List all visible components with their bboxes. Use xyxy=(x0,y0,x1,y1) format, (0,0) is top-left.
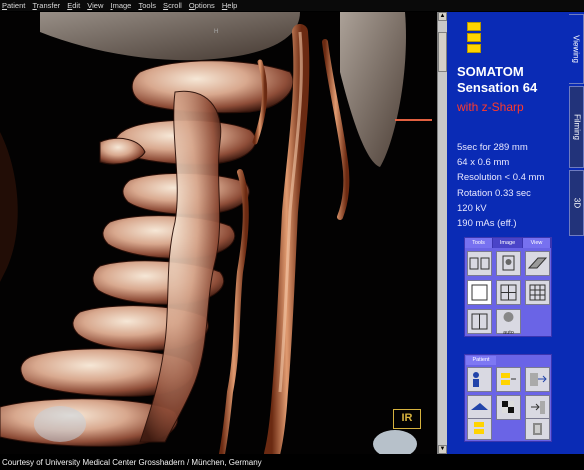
layout-2x2-glyph xyxy=(500,284,517,301)
export-glyph xyxy=(531,401,545,414)
scanner-brand: SOMATOM xyxy=(457,64,524,79)
scan-specs: 5sec for 289 mm 64 x 0.6 mm Resolution <… xyxy=(457,140,544,231)
transfer-glyph xyxy=(530,373,547,386)
tab-view[interactable]: View xyxy=(523,238,551,248)
menu-options[interactable]: Options xyxy=(189,0,215,11)
folder-icon[interactable] xyxy=(467,22,481,56)
tab-viewing[interactable]: Viewing xyxy=(569,14,584,84)
menu-transfer[interactable]: Transfer xyxy=(32,0,60,11)
menu-help[interactable]: Help xyxy=(222,0,237,11)
image-credit: Courtesy of University Medical Center Gr… xyxy=(0,456,584,470)
save-series-icon[interactable] xyxy=(467,395,492,420)
layout-2x2-icon[interactable] xyxy=(496,280,521,305)
scroll-thumb[interactable] xyxy=(438,32,447,72)
control-panel: SOMATOM Sensation 64 with z-Sharp 5sec f… xyxy=(447,12,569,454)
checker-pattern-icon[interactable] xyxy=(496,395,521,420)
tab-tools[interactable]: Tools xyxy=(465,238,493,248)
layout-1x1-icon[interactable] xyxy=(467,280,492,305)
auto-label: auto xyxy=(503,330,514,336)
spec-line: 64 x 0.6 mm xyxy=(457,157,510,169)
patient-browser-glyph xyxy=(473,372,479,387)
toolbox-tabs: Tools Image View xyxy=(465,238,551,248)
load-folder-glyph xyxy=(501,373,516,385)
layout-1x2-icon[interactable] xyxy=(467,309,492,334)
single-view-glyph xyxy=(502,255,515,271)
layout-1x2-glyph xyxy=(471,313,488,330)
compare-layout-glyph xyxy=(469,257,490,270)
archive-folder-icon[interactable] xyxy=(467,418,492,440)
scroll-down-button[interactable]: ▼ xyxy=(438,445,447,454)
patient-toolbox: Patient xyxy=(464,354,552,442)
menu-image[interactable]: Image xyxy=(110,0,131,11)
grid-stack-icon[interactable] xyxy=(525,251,550,276)
layout-3x3-glyph xyxy=(529,284,546,301)
menu-edit[interactable]: Edit xyxy=(67,0,80,11)
cervical-spine-render xyxy=(0,12,437,454)
side-tab-strip: Viewing Filming 3D xyxy=(569,12,584,454)
save-series-glyph xyxy=(471,403,488,410)
tab-viewing-label: Viewing xyxy=(571,35,581,63)
delete-glyph xyxy=(533,423,542,435)
menu-scroll[interactable]: Scroll xyxy=(163,0,182,11)
menu-bar: Patient Transfer Edit View Image Tools S… xyxy=(0,0,584,11)
transfer-icon[interactable] xyxy=(525,367,550,392)
compare-layout-icon[interactable] xyxy=(467,251,492,276)
export-icon[interactable] xyxy=(525,395,550,420)
orientation-marker: H xyxy=(214,29,219,35)
delete-icon[interactable] xyxy=(525,418,550,440)
auto-layout-glyph xyxy=(503,312,514,322)
checker-pattern-glyph xyxy=(502,401,514,413)
layout-toolbox: Tools Image View auto xyxy=(464,237,552,337)
tab-filming[interactable]: Filming xyxy=(569,86,584,168)
grid-stack-glyph xyxy=(527,257,548,269)
layout-3x3-icon[interactable] xyxy=(525,280,550,305)
scanner-feature: with z-Sharp xyxy=(457,100,524,114)
spec-line: Rotation 0.33 sec xyxy=(457,187,531,199)
menu-patient[interactable]: Patient xyxy=(2,0,25,11)
spec-line: 5sec for 289 mm xyxy=(457,142,528,153)
tab-filming-label: Filming xyxy=(572,114,581,140)
load-folder-icon[interactable] xyxy=(496,367,521,392)
tab-3d-label: 3D xyxy=(572,197,581,209)
tab-3d[interactable]: 3D xyxy=(569,170,584,236)
spec-line: Resolution < 0.4 mm xyxy=(457,172,545,184)
vertical-scrollbar[interactable]: ▲ ▼ xyxy=(437,12,447,454)
tab-patient[interactable]: Patient xyxy=(466,356,496,365)
patient-browser-icon[interactable] xyxy=(467,367,492,392)
ct-3d-viewport[interactable]: H IR xyxy=(0,12,437,454)
scanner-model: Sensation 64 xyxy=(457,80,538,95)
spec-line: 120 kV xyxy=(457,202,487,214)
scroll-up-button[interactable]: ▲ xyxy=(438,12,447,21)
tab-image[interactable]: Image xyxy=(493,238,523,248)
archive-folder-glyph xyxy=(474,422,484,434)
menu-view[interactable]: View xyxy=(87,0,103,11)
single-view-icon[interactable] xyxy=(496,251,521,276)
layout-1x1-glyph xyxy=(471,284,488,301)
auto-layout-button[interactable]: auto xyxy=(496,309,521,336)
menu-tools[interactable]: Tools xyxy=(138,0,156,11)
spec-line: 190 mAs (eff.) xyxy=(457,218,517,230)
ir-badge: IR xyxy=(393,409,421,429)
